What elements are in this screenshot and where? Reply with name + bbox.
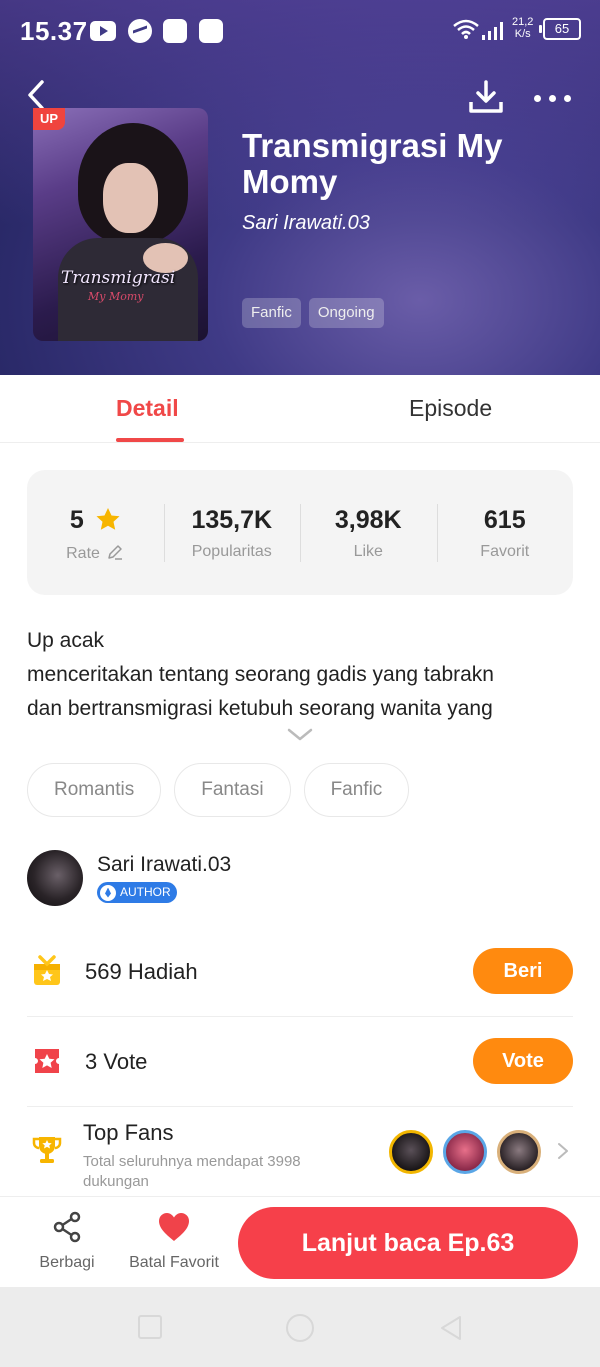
messenger-notification-icon — [128, 19, 152, 43]
top-fans-title: Top Fans — [83, 1120, 174, 1145]
unfavorite-label: Batal Favorit — [129, 1254, 219, 1271]
author-name[interactable]: Sari Irawati.03 — [97, 853, 231, 877]
tab-bar: Detail Episode — [0, 375, 600, 443]
popularity-label: Popularitas — [191, 543, 272, 560]
top-fans-subtitle: Total seluruhnya mendapat 3998 dukungan — [83, 1153, 301, 1190]
book-cover: Transmigrasi My Momy — [33, 108, 208, 341]
share-label: Berbagi — [39, 1254, 95, 1271]
stat-rate[interactable]: 5 Rate — [27, 470, 164, 595]
popularity-value: 135,7K — [191, 506, 273, 534]
genre-chip[interactable]: Fantasi — [174, 763, 291, 817]
recent-apps-icon[interactable] — [138, 1315, 162, 1339]
book-author[interactable]: Sari Irawati.03 — [242, 212, 370, 235]
system-nav-bar — [0, 1287, 600, 1367]
active-tab-indicator — [116, 438, 184, 442]
system-back-icon[interactable] — [438, 1314, 464, 1342]
vote-label: Vote — [103, 1049, 148, 1074]
genre-chips: Romantis Fantasi Fanfic — [27, 763, 410, 817]
description-line: Up acak — [27, 629, 105, 652]
favorites-label: Favorit — [480, 543, 530, 560]
rate-label: Rate — [66, 545, 100, 562]
top-fans-row[interactable]: Top Fans Total seluruhnya mendapat 3998 … — [27, 1108, 573, 1196]
tag-status: Ongoing — [308, 298, 384, 328]
vote-count: 3 — [85, 1049, 98, 1074]
fan-avatar[interactable] — [443, 1130, 487, 1174]
home-icon[interactable] — [286, 1314, 314, 1342]
author-badge-label: AUTHOR — [120, 885, 171, 899]
give-gift-button[interactable]: Beri — [473, 948, 573, 994]
signal-icon — [482, 20, 506, 40]
stat-popularity: 135,7K Popularitas — [163, 470, 301, 595]
author-avatar[interactable] — [27, 850, 83, 906]
tab-episode[interactable]: Episode — [409, 395, 492, 422]
continue-reading-button[interactable]: Lanjut baca Ep.63 — [238, 1207, 578, 1279]
top-fan-avatars — [389, 1130, 541, 1174]
cover-title: Transmigrasi — [61, 268, 176, 288]
likes-value: 3,98K — [334, 506, 402, 534]
status-bar: 15.37 21,2 K/s 65 — [0, 0, 600, 60]
book-tags: Fanfic Ongoing — [242, 298, 384, 328]
gift-row: 569 Hadiah Beri — [27, 927, 573, 1017]
share-icon — [53, 1211, 81, 1243]
expand-chevron-icon[interactable] — [287, 728, 313, 742]
cover-subtitle: My Momy — [88, 290, 144, 303]
gift-count: 569 — [85, 959, 122, 984]
wifi-icon — [453, 19, 479, 39]
star-icon — [96, 508, 120, 530]
bottom-action-bar: Berbagi Batal Favorit Lanjut baca Ep.63 — [0, 1196, 600, 1286]
chevron-right-icon[interactable] — [557, 1142, 569, 1160]
genre-chip[interactable]: Fanfic — [303, 763, 410, 817]
tag-fanfic: Fanfic — [242, 298, 301, 328]
stat-favorites: 615 Favorit — [436, 470, 574, 595]
more-options-icon[interactable] — [534, 88, 574, 108]
gift-icon — [34, 955, 60, 985]
genre-chip[interactable]: Romantis — [27, 763, 162, 817]
likes-label: Like — [353, 543, 383, 560]
favorites-value: 615 — [483, 506, 526, 534]
share-button[interactable]: Berbagi — [34, 1211, 100, 1272]
book-title: Transmigrasi My Momy — [242, 127, 503, 200]
back-arrow-icon[interactable] — [20, 78, 54, 112]
fan-avatar[interactable] — [497, 1130, 541, 1174]
youtube-notification-icon — [90, 21, 116, 41]
pencil-icon — [108, 545, 123, 560]
trophy-icon — [32, 1137, 62, 1163]
fan-avatar[interactable] — [389, 1130, 433, 1174]
vote-button[interactable]: Vote — [473, 1038, 573, 1084]
book-description: Up acak menceritakan tentang seorang gad… — [27, 624, 577, 726]
status-time: 15.37 — [20, 16, 88, 46]
vote-row: 3 Vote Vote — [27, 1017, 573, 1107]
update-badge: UP — [33, 108, 65, 130]
author-badge-icon — [100, 884, 116, 901]
vote-ticket-icon — [35, 1049, 59, 1073]
app-notification-icon — [163, 19, 187, 43]
author-badge: AUTHOR — [97, 882, 177, 903]
network-speed: 21,2 K/s — [512, 16, 534, 40]
gift-label: Hadiah — [127, 959, 198, 984]
stat-likes: 3,98K Like — [300, 470, 437, 595]
book-header: 15.37 21,2 K/s 65 Transmigrasi My Momy U… — [0, 0, 600, 375]
description-line: dan bertransmigrasi ketubuh seorang wani… — [27, 697, 493, 720]
app-notification-icon — [199, 19, 223, 43]
heart-icon — [159, 1213, 189, 1241]
description-line: menceritakan tentang seorang gadis yang … — [27, 663, 494, 686]
download-icon[interactable] — [468, 78, 504, 116]
rate-value: 5 — [69, 506, 84, 534]
battery-icon: 65 — [539, 18, 581, 40]
tab-detail[interactable]: Detail — [116, 395, 179, 422]
stats-card: 5 Rate 135,7K Popularitas 3,98K Like 615… — [27, 470, 573, 595]
unfavorite-button[interactable]: Batal Favorit — [124, 1211, 224, 1272]
